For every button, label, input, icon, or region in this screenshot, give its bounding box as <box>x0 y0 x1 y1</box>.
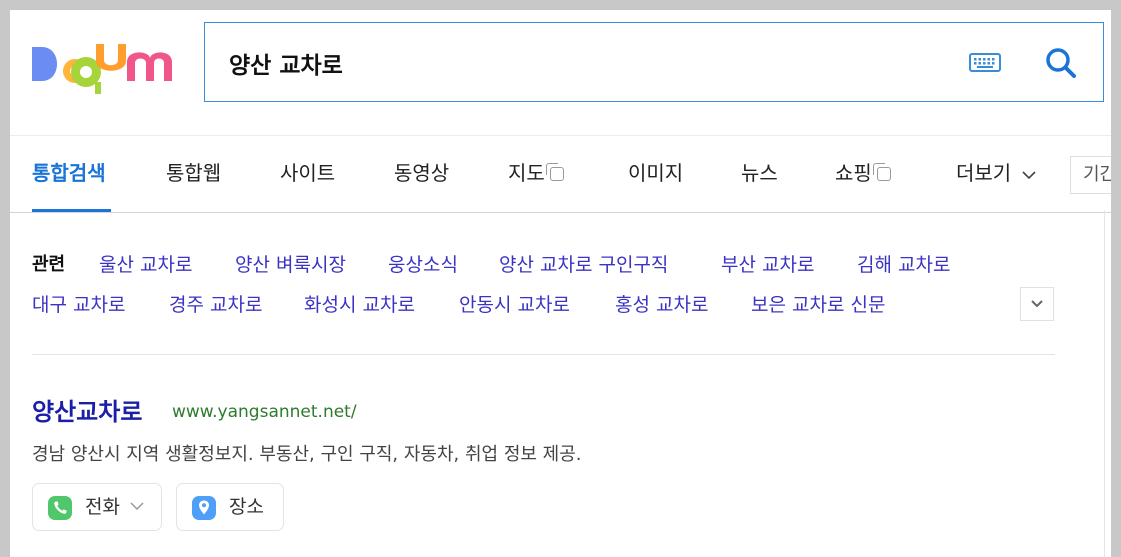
tab-label: 뉴스 <box>741 161 778 185</box>
page-frame: 통합검색 통합웹 사이트 동영상 지도 이미지 뉴스 쇼핑 더보기 기간 관련 … <box>10 10 1111 557</box>
tab-news[interactable]: 뉴스 <box>741 158 778 188</box>
tab-label: 통합검색 <box>32 161 106 185</box>
tabs-divider <box>10 212 1111 213</box>
related-link[interactable]: 보은 교차로 신문 <box>751 286 885 324</box>
daum-logo[interactable] <box>32 40 172 100</box>
tab-label: 이미지 <box>628 161 684 185</box>
tab-label: 동영상 <box>394 161 450 185</box>
chevron-down-icon <box>1022 170 1036 179</box>
scrollbar-track <box>1104 210 1105 557</box>
period-label: 기간 <box>1083 164 1111 185</box>
tab-image[interactable]: 이미지 <box>628 158 683 188</box>
tab-label: 통합웹 <box>166 161 222 185</box>
related-link[interactable]: 웅상소식 <box>388 246 458 284</box>
search-icon[interactable] <box>1043 45 1079 81</box>
result-url-link[interactable]: www.yangsannet.net/ <box>172 402 357 422</box>
result-description: 경남 양산시 지역 생활정보지. 부동산, 구인 구직, 자동차, 취업 정보 … <box>32 444 582 465</box>
related-label: 관련 <box>32 254 66 275</box>
tab-more[interactable]: 더보기 <box>956 158 1037 188</box>
related-link[interactable]: 홍성 교차로 <box>615 286 708 324</box>
related-link[interactable]: 양산 교차로 구인구직 <box>499 246 668 284</box>
result-title-link[interactable]: 양산교차로 <box>32 392 142 427</box>
related-link[interactable]: 부산 교차로 <box>721 246 814 284</box>
tab-map[interactable]: 지도 <box>508 158 564 188</box>
chip-label: 전화 <box>85 496 120 518</box>
tab-label: 더보기 <box>956 161 1012 185</box>
tab-label: 쇼핑 <box>835 161 872 185</box>
related-expand-button[interactable] <box>1020 287 1054 321</box>
related-link[interactable]: 김해 교차로 <box>857 246 950 284</box>
tab-video[interactable]: 동영상 <box>394 158 449 188</box>
tab-web[interactable]: 통합웹 <box>166 158 221 188</box>
related-link[interactable]: 양산 벼룩시장 <box>235 246 346 284</box>
chevron-down-icon <box>130 502 144 511</box>
external-window-icon <box>545 163 564 181</box>
search-input[interactable] <box>229 45 929 81</box>
related-link[interactable]: 울산 교차로 <box>99 246 192 284</box>
place-chip-button[interactable]: 장소 <box>176 483 284 531</box>
search-box <box>204 22 1104 102</box>
related-link[interactable]: 대구 교차로 <box>32 286 125 324</box>
tab-shopping[interactable]: 쇼핑 <box>835 158 891 188</box>
period-filter[interactable]: 기간 <box>1070 156 1111 194</box>
section-divider <box>32 354 1055 355</box>
related-link[interactable]: 화성시 교차로 <box>304 286 415 324</box>
phone-chip-button[interactable]: 전화 <box>32 483 162 531</box>
keyboard-icon[interactable] <box>969 51 1001 75</box>
tab-site[interactable]: 사이트 <box>280 158 335 188</box>
tab-label: 사이트 <box>280 161 336 185</box>
tab-label: 지도 <box>508 161 545 185</box>
tab-integrated[interactable]: 통합검색 <box>32 158 106 188</box>
chip-label: 장소 <box>229 496 264 518</box>
related-link[interactable]: 경주 교차로 <box>169 286 262 324</box>
external-window-icon <box>872 163 891 181</box>
related-link[interactable]: 안동시 교차로 <box>459 286 570 324</box>
location-pin-icon <box>192 496 216 520</box>
phone-icon <box>48 496 72 520</box>
search-tabs: 통합검색 통합웹 사이트 동영상 지도 이미지 뉴스 쇼핑 더보기 기간 <box>10 136 1111 212</box>
chevron-down-icon <box>1031 300 1043 308</box>
